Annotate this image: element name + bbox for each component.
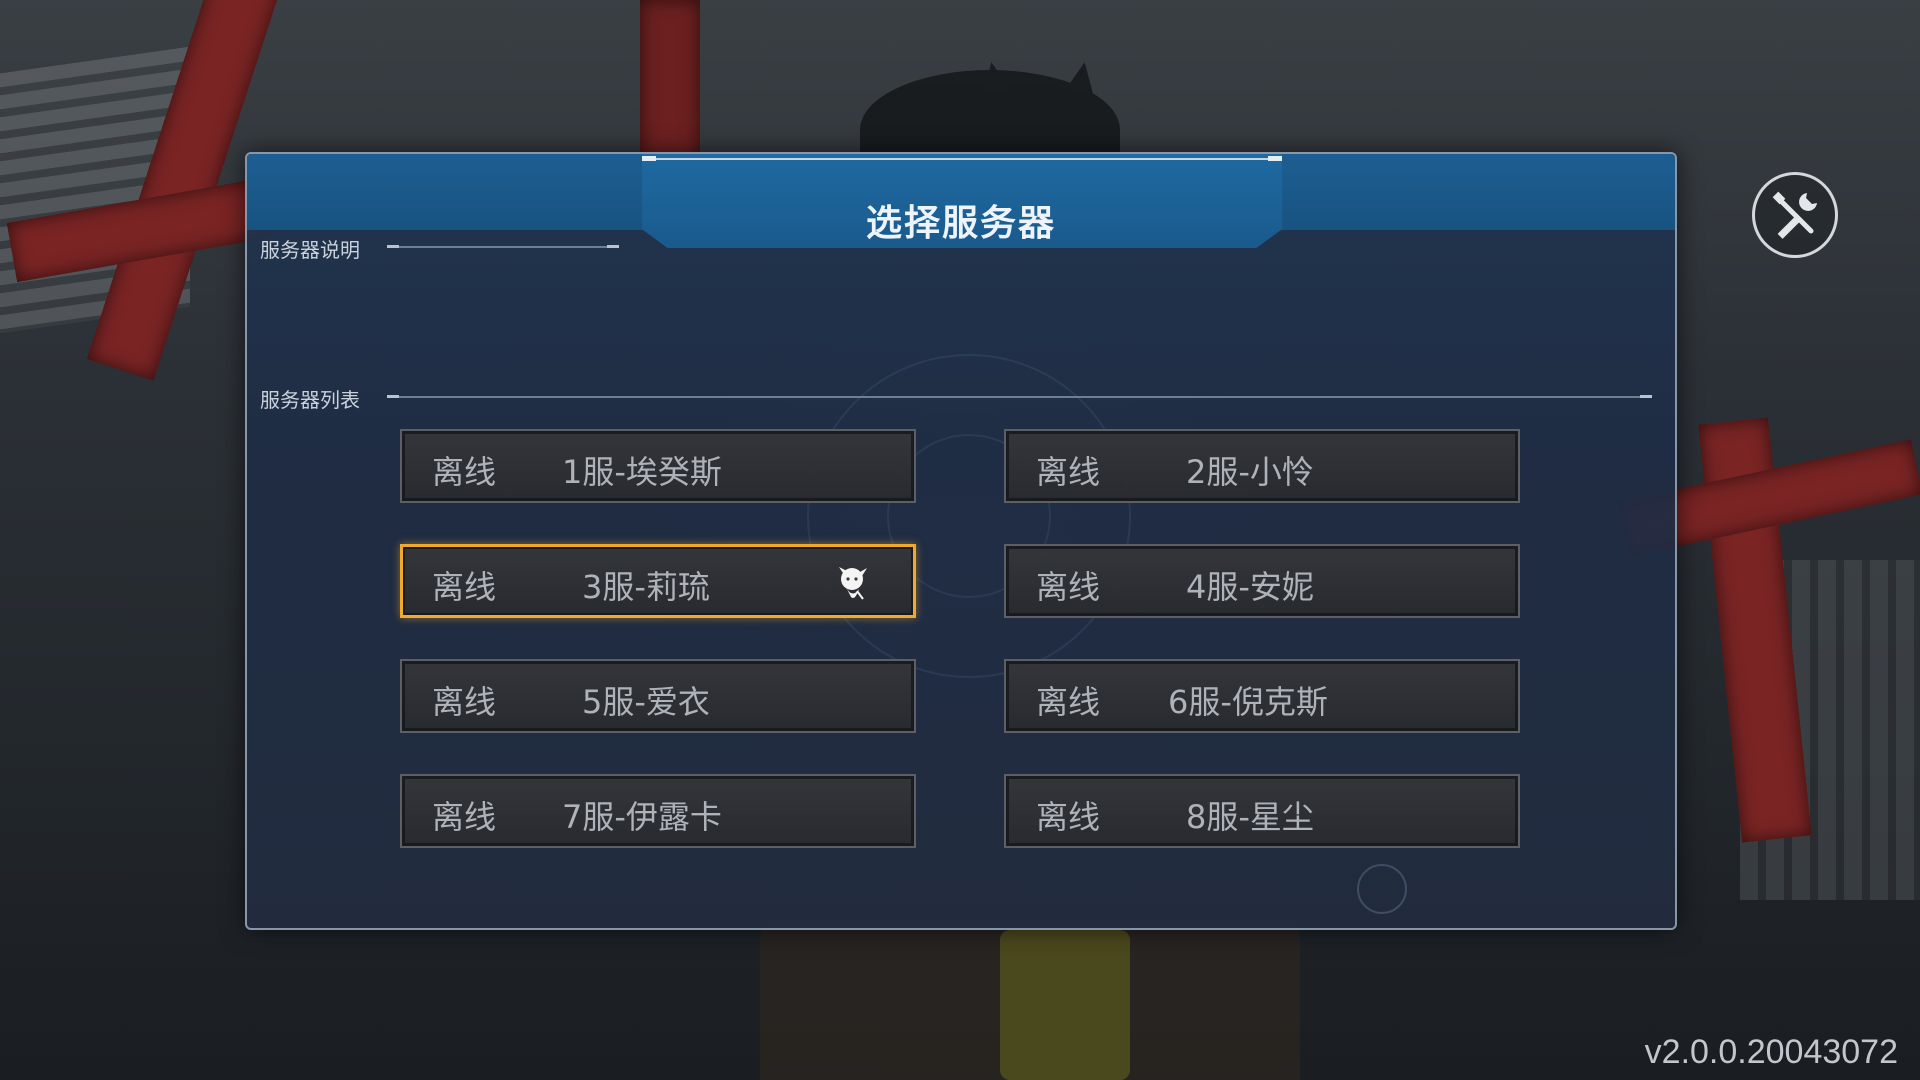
server-button-4[interactable]: 离线 4服-安妮	[1004, 544, 1520, 618]
server-button-7[interactable]: 离线 7服-伊露卡	[400, 774, 916, 848]
server-button-6[interactable]: 离线 6服-倪克斯	[1004, 659, 1520, 733]
server-name: 1服-埃癸斯	[562, 453, 722, 491]
server-status: 离线	[432, 568, 497, 606]
section-divider	[387, 395, 1652, 398]
server-status: 离线	[1036, 683, 1101, 721]
server-name: 6服-倪克斯	[1168, 683, 1328, 721]
server-name: 7服-伊露卡	[562, 798, 722, 836]
server-button-1[interactable]: 离线 1服-埃癸斯	[400, 429, 916, 503]
server-name: 8服-星尘	[1186, 798, 1314, 836]
server-status: 离线	[1036, 453, 1101, 491]
server-name: 3服-莉琉	[582, 568, 710, 606]
server-button-2[interactable]: 离线 2服-小怜	[1004, 429, 1520, 503]
server-status: 离线	[1036, 568, 1101, 606]
dialog-title: 选择服务器	[865, 203, 1056, 244]
background-beam	[640, 0, 700, 170]
character-chibi-icon	[839, 567, 867, 600]
server-status: 离线	[432, 798, 497, 836]
server-name: 5服-爱衣	[582, 683, 710, 721]
wrench-screwdriver-icon	[1772, 191, 1817, 239]
server-button-5[interactable]: 离线 5服-爱衣	[400, 659, 916, 733]
server-button-3[interactable]: 离线 3服-莉琉	[400, 544, 916, 618]
server-name: 4服-安妮	[1186, 568, 1314, 606]
dialog-decoration	[1357, 864, 1407, 914]
server-select-dialog: 选择服务器 服务器说明 服务器列表 离线 1服-埃癸斯 离线 2服-小怜 离线 …	[245, 152, 1677, 930]
dialog-title-ornament	[642, 156, 1282, 161]
version-label: v2.0.0.20043072	[1644, 1033, 1898, 1071]
background-character-ear	[1065, 59, 1099, 95]
server-status: 离线	[1036, 798, 1101, 836]
settings-tools-button[interactable]	[1752, 172, 1838, 258]
background-prop	[1000, 930, 1130, 1080]
server-status: 离线	[432, 683, 497, 721]
server-description-label: 服务器说明	[260, 238, 360, 262]
server-status: 离线	[432, 453, 497, 491]
server-list-label: 服务器列表	[260, 388, 360, 412]
server-button-8[interactable]: 离线 8服-星尘	[1004, 774, 1520, 848]
background-character-ear	[977, 59, 1011, 95]
section-divider	[387, 245, 619, 248]
server-name: 2服-小怜	[1186, 453, 1314, 491]
